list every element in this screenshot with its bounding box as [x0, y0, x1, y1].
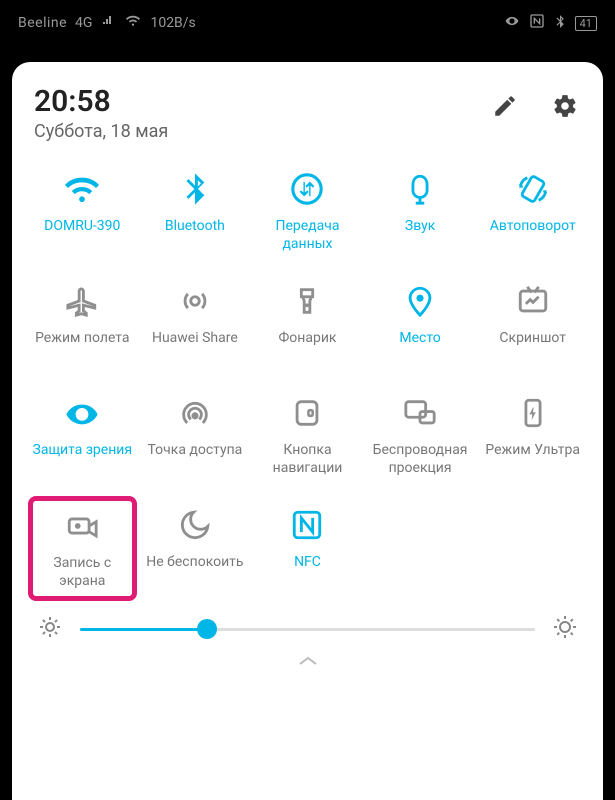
cast-icon — [401, 394, 439, 432]
data-icon — [288, 170, 326, 208]
brightness-slider[interactable] — [80, 628, 535, 631]
torch-icon — [288, 282, 326, 320]
carrier-label: Beeline — [18, 15, 67, 31]
tile-label: Режим полета — [35, 330, 129, 348]
tile-rotate[interactable]: Автоповорот — [478, 160, 587, 264]
tile-dnd[interactable]: Не беспокоить — [141, 496, 250, 601]
eye-status-icon — [503, 14, 521, 32]
brightness-slider-fill — [80, 628, 207, 631]
brightness-slider-thumb[interactable] — [197, 619, 217, 639]
tile-label: Передача данных — [255, 218, 360, 253]
tile-label: Фонарик — [278, 330, 336, 348]
quick-settings-sheet: 20:58 Суббота, 18 мая DOMRU-390 Bluetooth… — [12, 62, 603, 800]
tile-label: DOMRU-390 — [44, 218, 120, 236]
navbtn-icon — [288, 394, 326, 432]
bluetooth-status-icon — [553, 13, 567, 33]
tile-label: Скриншот — [499, 330, 566, 348]
tile-hotspot[interactable]: Точка доступа — [141, 384, 250, 488]
clock-time: 20:58 — [34, 84, 168, 119]
tile-label: Huawei Share — [152, 330, 238, 348]
tile-data[interactable]: Передача данных — [253, 160, 362, 264]
clock-block[interactable]: 20:58 Суббота, 18 мая — [34, 84, 168, 142]
tiles-grid: DOMRU-390 Bluetooth Передача данных Звук Авт… — [28, 160, 587, 601]
status-left: Beeline 4G 102B/s — [18, 14, 196, 32]
dnd-icon — [176, 506, 214, 544]
wifi-icon — [63, 170, 101, 208]
nfc-status-icon — [529, 13, 545, 33]
tile-navbtn[interactable]: Кнопка навигации — [253, 384, 362, 488]
tile-airplane[interactable]: Режим полета — [28, 272, 137, 376]
collapse-handle[interactable] — [28, 647, 587, 672]
tile-label: Звук — [405, 218, 435, 236]
hotspot-icon — [176, 394, 214, 432]
tile-torch[interactable]: Фонарик — [253, 272, 362, 376]
network-type-label: 4G — [75, 15, 92, 31]
battery-indicator: 41 — [575, 16, 597, 31]
tile-share[interactable]: Huawei Share — [141, 272, 250, 376]
bluetooth-icon — [176, 170, 214, 208]
tile-label: Не беспокоить — [146, 554, 243, 572]
location-icon — [401, 282, 439, 320]
record-icon — [63, 507, 101, 545]
edit-button[interactable] — [489, 90, 521, 122]
panel-header: 20:58 Суббота, 18 мая — [28, 84, 587, 142]
wifi-status-icon — [124, 14, 142, 32]
screenshot-icon — [514, 282, 552, 320]
eyecare-icon — [63, 394, 101, 432]
tile-label: NFC — [294, 554, 321, 572]
status-bar: Beeline 4G 102B/s 41 — [0, 0, 615, 46]
clock-date: Суббота, 18 мая — [34, 121, 168, 142]
tile-bluetooth[interactable]: Bluetooth — [141, 160, 250, 264]
tile-label: Точка доступа — [147, 442, 242, 460]
airplane-icon — [63, 282, 101, 320]
tile-record[interactable]: Запись с экрана — [28, 496, 137, 601]
status-right: 41 — [503, 13, 597, 33]
tile-sound[interactable]: Звук — [366, 160, 475, 264]
tile-label: Режим Ультра — [485, 442, 580, 460]
tile-label: Защита зрения — [33, 442, 133, 460]
tile-cast[interactable]: Беспроводная проекция — [366, 384, 475, 488]
share-icon — [176, 282, 214, 320]
ultra-icon — [514, 394, 552, 432]
brightness-low-icon — [38, 615, 62, 643]
sound-icon — [401, 170, 439, 208]
nfc-icon — [288, 506, 326, 544]
tile-location[interactable]: Место — [366, 272, 475, 376]
tile-label: Беспроводная проекция — [368, 442, 473, 477]
brightness-high-icon — [553, 615, 577, 643]
tile-ultra[interactable]: Режим Ультра — [478, 384, 587, 488]
tile-label: Место — [399, 330, 440, 348]
tile-screenshot[interactable]: Скриншот — [478, 272, 587, 376]
data-speed-label: 102B/s — [150, 15, 195, 31]
tile-label: Запись с экрана — [33, 555, 132, 590]
tile-eyecare[interactable]: Защита зрения — [28, 384, 137, 488]
signal-icon — [100, 15, 116, 31]
battery-level-label: 41 — [575, 16, 597, 31]
brightness-row — [28, 605, 587, 647]
tile-nfc[interactable]: NFC — [253, 496, 362, 601]
header-actions — [489, 90, 581, 122]
settings-button[interactable] — [549, 90, 581, 122]
tile-label: Кнопка навигации — [255, 442, 360, 477]
tile-wifi[interactable]: DOMRU-390 — [28, 160, 137, 264]
tile-label: Автоповорот — [490, 218, 576, 236]
tile-label: Bluetooth — [165, 218, 225, 236]
rotate-icon — [514, 170, 552, 208]
